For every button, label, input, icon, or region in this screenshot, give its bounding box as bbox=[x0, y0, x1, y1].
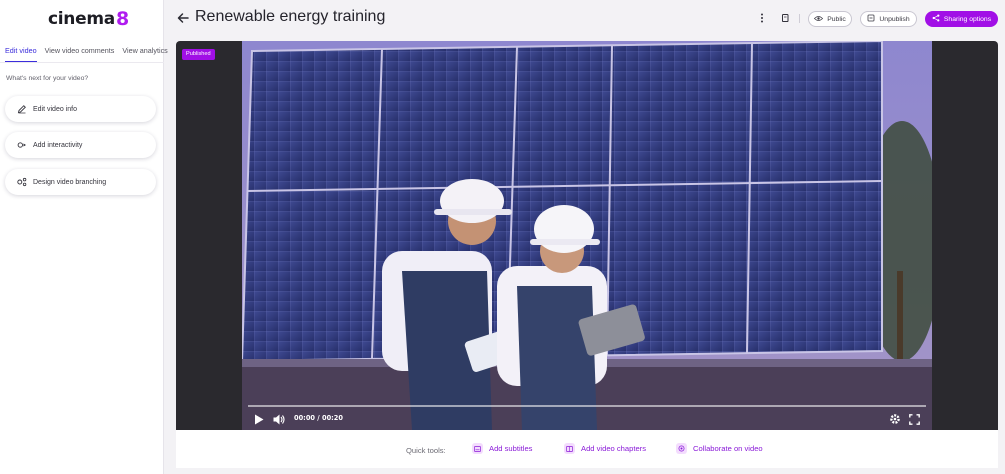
sidebar-tabs: Edit video View video comments View anal… bbox=[0, 46, 168, 62]
logo-mark: 8 bbox=[115, 8, 129, 30]
play-icon[interactable] bbox=[253, 413, 265, 425]
tab-view-video-comments[interactable]: View video comments bbox=[45, 46, 115, 62]
header-separator bbox=[799, 14, 800, 23]
chapters-icon bbox=[564, 443, 575, 454]
published-badge: Published bbox=[182, 49, 215, 60]
public-button[interactable]: Public bbox=[808, 11, 852, 27]
sidebar: cinema 8 Edit video View video comments V… bbox=[0, 0, 168, 474]
quick-tools-bar: Quick tools: Add subtitles Add video cha… bbox=[176, 430, 998, 468]
collaborate-on-video-button[interactable]: Collaborate on video bbox=[676, 443, 763, 454]
public-label: Public bbox=[827, 15, 846, 23]
add-interactivity-button[interactable]: Add interactivity bbox=[5, 132, 156, 158]
sharing-options-button[interactable]: Sharing options bbox=[925, 11, 998, 27]
sharing-options-label: Sharing options bbox=[943, 15, 992, 23]
add-interactivity-label: Add interactivity bbox=[33, 141, 83, 149]
video-still-image bbox=[242, 41, 932, 430]
pencil-icon bbox=[17, 104, 27, 114]
volume-icon[interactable] bbox=[273, 413, 285, 425]
tabs-divider bbox=[0, 62, 164, 63]
tab-view-analytics[interactable]: View analytics bbox=[122, 46, 167, 62]
progress-bar[interactable] bbox=[248, 405, 926, 407]
more-options-icon[interactable] bbox=[756, 12, 768, 24]
add-video-chapters-label: Add video chapters bbox=[581, 444, 647, 453]
next-steps-label: What's next for your video? bbox=[6, 75, 89, 82]
branching-icon bbox=[17, 177, 27, 187]
time-display: 00:00 / 00:20 bbox=[294, 414, 343, 422]
settings-gear-icon[interactable] bbox=[889, 413, 901, 425]
copy-icon[interactable] bbox=[779, 12, 791, 24]
add-video-chapters-button[interactable]: Add video chapters bbox=[564, 443, 646, 454]
add-subtitles-label: Add subtitles bbox=[489, 444, 533, 453]
cinema8-logo[interactable]: cinema 8 bbox=[48, 8, 129, 30]
interactivity-icon bbox=[17, 140, 27, 150]
quick-tools-label: Quick tools: bbox=[406, 446, 446, 455]
edit-video-info-button[interactable]: Edit video info bbox=[5, 96, 156, 122]
add-subtitles-button[interactable]: Add subtitles bbox=[472, 443, 532, 454]
share-icon bbox=[932, 14, 940, 24]
unpublish-label: Unpublish bbox=[879, 15, 910, 23]
design-video-branching-label: Design video branching bbox=[33, 178, 107, 186]
eye-icon bbox=[814, 15, 824, 24]
fullscreen-icon[interactable] bbox=[908, 413, 920, 425]
edit-video-info-label: Edit video info bbox=[33, 105, 77, 113]
logo-text: cinema bbox=[48, 9, 115, 29]
design-video-branching-button[interactable]: Design video branching bbox=[5, 169, 156, 195]
back-arrow-icon[interactable] bbox=[176, 11, 190, 25]
unpublish-button[interactable]: Unpublish bbox=[860, 11, 917, 27]
tab-edit-video[interactable]: Edit video bbox=[5, 46, 37, 62]
subtitles-icon bbox=[472, 443, 483, 454]
video-player[interactable]: Published 00:00 / 00:20 bbox=[176, 41, 998, 430]
collaborate-icon bbox=[676, 443, 687, 454]
collaborate-on-video-label: Collaborate on video bbox=[693, 444, 763, 453]
unpublish-icon bbox=[867, 14, 875, 24]
page-title: Renewable energy training bbox=[195, 8, 386, 25]
video-frame[interactable] bbox=[242, 41, 932, 430]
